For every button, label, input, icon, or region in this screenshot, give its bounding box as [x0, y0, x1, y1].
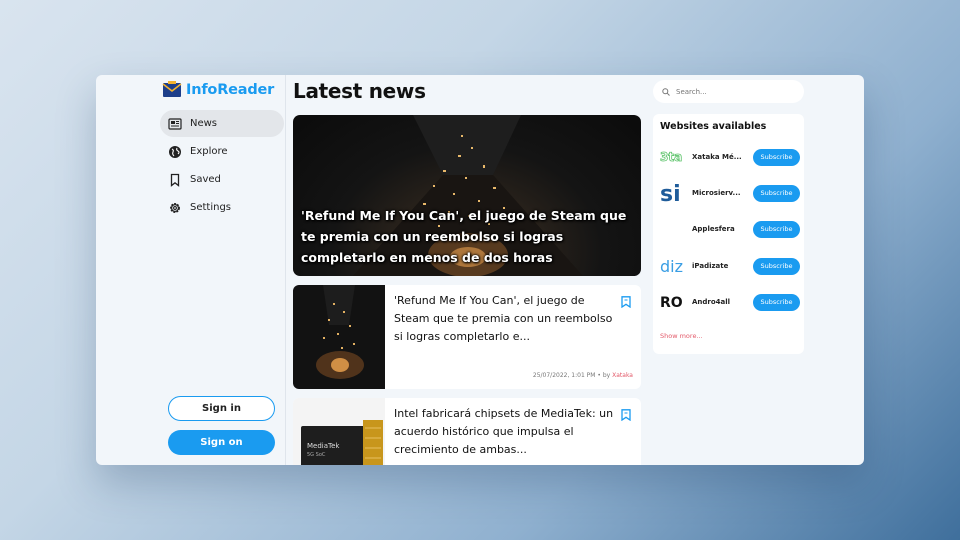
sign-on-button[interactable]: Sign on — [168, 430, 275, 455]
website-name: iPadizate — [692, 262, 729, 270]
svg-text:5G SoC: 5G SoC — [307, 452, 326, 458]
website-name: Microsierv... — [692, 189, 741, 197]
ro-logo-icon: RO — [660, 289, 687, 315]
website-item: si Microsierv... Subscribe — [660, 180, 800, 206]
hero-title: 'Refund Me If You Can', el juego de Stea… — [301, 208, 627, 265]
article-thumbnail: MediaTek 5G SoC — [293, 398, 385, 465]
sidebar-nav: News Explore Saved Settings — [160, 110, 284, 222]
si-logo-icon: si — [660, 180, 687, 206]
envelope-logo-icon — [162, 81, 182, 97]
svg-text:si: si — [660, 182, 681, 205]
subscribe-button[interactable]: Subscribe — [753, 257, 800, 275]
bookmark-icon[interactable] — [621, 296, 631, 308]
article-by: • by — [597, 372, 611, 379]
sign-in-button[interactable]: Sign in — [168, 396, 275, 421]
subscribe-button[interactable]: Subscribe — [753, 184, 800, 202]
sidebar: InfoReader News Explore Saved Settings S… — [96, 75, 286, 465]
diz-logo-icon: diz — [660, 253, 687, 279]
subscribe-button[interactable]: Subscribe — [753, 293, 800, 311]
xataka-logo-icon: 3ta — [660, 144, 687, 170]
website-name: Applesfera — [692, 225, 735, 233]
search-input[interactable] — [676, 87, 796, 96]
websites-panel: Websites availables 3ta Xataka Mé... Sub… — [653, 114, 804, 354]
website-item: diz iPadizate Subscribe — [660, 253, 800, 279]
bookmark-icon — [168, 173, 182, 187]
globe-icon — [168, 145, 182, 159]
sidebar-item-explore[interactable]: Explore — [160, 138, 284, 165]
newspaper-icon — [168, 117, 182, 131]
show-more-link[interactable]: Show more... — [660, 332, 703, 340]
bookmark-icon[interactable] — [621, 409, 631, 421]
app-logo[interactable]: InfoReader — [162, 81, 274, 99]
hero-article[interactable]: 'Refund Me If You Can', el juego de Stea… — [293, 115, 641, 276]
sidebar-item-saved[interactable]: Saved — [160, 166, 284, 193]
svg-text:RO: RO — [660, 295, 683, 310]
svg-text:diz: diz — [660, 257, 683, 276]
article-card[interactable]: 'Refund Me If You Can', el juego de Stea… — [293, 285, 641, 389]
article-title: Intel fabricará chipsets de MediaTek: un… — [394, 407, 614, 456]
article-date: 25/07/2022, 1:01 PM — [532, 372, 596, 379]
website-name: Andro4all — [692, 298, 731, 306]
website-item: Applesfera Subscribe — [660, 216, 800, 242]
sidebar-item-news[interactable]: News — [160, 110, 284, 137]
article-source[interactable]: Xataka — [612, 372, 633, 379]
website-item: 3ta Xataka Mé... Subscribe — [660, 144, 800, 170]
article-thumbnail — [293, 285, 385, 389]
article-card[interactable]: MediaTek 5G SoC Intel fabricará chipsets… — [293, 398, 641, 465]
sidebar-item-settings[interactable]: Settings — [160, 194, 284, 221]
svg-text:3ta: 3ta — [660, 150, 682, 164]
subscribe-button[interactable]: Subscribe — [753, 220, 800, 238]
website-name: Xataka Mé... — [692, 153, 742, 161]
article-meta: 25/07/2022, 1:01 PM • by Xataka — [533, 372, 633, 379]
sidebar-item-label: Settings — [190, 202, 232, 213]
sidebar-item-label: Explore — [190, 146, 228, 157]
search-icon — [662, 87, 670, 96]
sidebar-item-label: Saved — [190, 174, 221, 185]
app-name: InfoReader — [186, 82, 275, 98]
article-title: 'Refund Me If You Can', el juego de Stea… — [394, 294, 613, 343]
websites-title: Websites availables — [660, 121, 767, 132]
app-window: InfoReader News Explore Saved Settings S… — [96, 75, 864, 465]
sidebar-item-label: News — [190, 118, 218, 129]
gear-icon — [168, 201, 182, 215]
search-bar[interactable] — [653, 80, 804, 103]
page-title: Latest news — [293, 79, 426, 103]
website-item: RO Andro4all Subscribe — [660, 289, 800, 315]
subscribe-button[interactable]: Subscribe — [753, 148, 800, 166]
svg-text:MediaTek: MediaTek — [307, 442, 340, 450]
applesfera-logo-icon — [660, 216, 687, 242]
